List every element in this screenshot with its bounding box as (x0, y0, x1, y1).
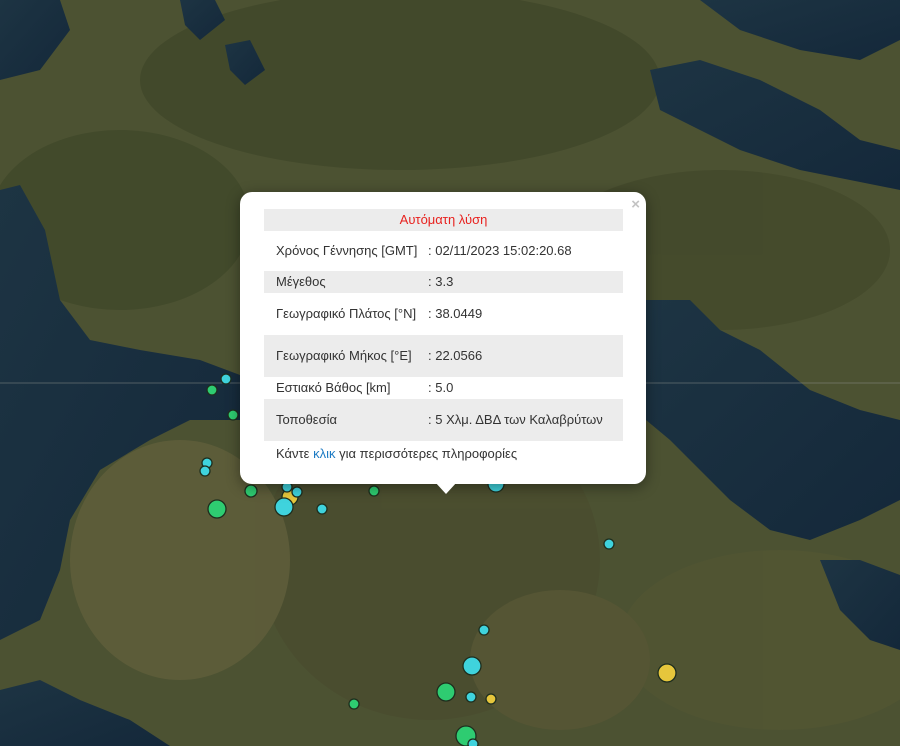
table-row: Χρόνος Γέννησης [GMT] : 02/11/2023 15:02… (264, 231, 623, 271)
latitude-value: : 38.0449 (428, 306, 483, 321)
popup-header-row: Αυτόματη λύση (264, 209, 623, 231)
depth-value: : 5.0 (428, 380, 454, 395)
earthquake-details-table: Αυτόματη λύση Χρόνος Γέννησης [GMT] : 02… (264, 209, 623, 441)
earthquake-marker[interactable] (199, 465, 211, 477)
more-info-suffix: για περισσότερες πληροφορίες (339, 446, 518, 461)
earthquake-marker[interactable] (368, 485, 380, 497)
earthquake-marker[interactable] (467, 738, 479, 746)
earthquake-popup: × Αυτόματη λύση Χρόνος Γέννησης [GMT] : … (240, 192, 646, 484)
longitude-value: : 22.0566 (428, 348, 483, 363)
popup-tip (435, 482, 457, 494)
earthquake-marker[interactable] (206, 384, 218, 396)
earthquake-marker[interactable] (485, 693, 497, 705)
location-value: : 5 Χλμ. ΔΒΔ των Καλαβρύτων (428, 412, 603, 427)
solution-type-label: Αυτόματη λύση (399, 212, 488, 227)
location-label: Τοποθεσία (276, 412, 338, 427)
table-row: Μέγεθος : 3.3 (264, 271, 623, 293)
longitude-label: Γεωγραφικό Μήκος [°E] (276, 348, 412, 363)
earthquake-marker[interactable] (462, 656, 482, 676)
magnitude-label: Μέγεθος (276, 274, 326, 289)
close-icon[interactable]: × (631, 196, 640, 214)
magnitude-value: : 3.3 (428, 274, 454, 289)
earthquake-marker[interactable] (465, 691, 477, 703)
earthquake-marker[interactable] (657, 663, 677, 683)
more-info-link[interactable]: κλικ (313, 446, 335, 461)
earthquake-marker[interactable] (478, 624, 490, 636)
table-row: Τοποθεσία : 5 Χλμ. ΔΒΔ των Καλαβρύτων (264, 399, 623, 441)
table-row: Γεωγραφικό Μήκος [°E] : 22.0566 (264, 335, 623, 377)
earthquake-marker[interactable] (348, 698, 360, 710)
earthquake-marker[interactable] (244, 484, 258, 498)
origin-time-value: : 02/11/2023 15:02:20.68 (428, 243, 572, 258)
earthquake-marker[interactable] (316, 503, 328, 515)
earthquake-marker[interactable] (220, 373, 232, 385)
earthquake-marker[interactable] (291, 486, 303, 498)
earthquake-marker[interactable] (603, 538, 615, 550)
earthquake-marker[interactable] (436, 682, 456, 702)
more-info-prefix: Κάντε (276, 446, 310, 461)
table-row: Γεωγραφικό Πλάτος [°N] : 38.0449 (264, 293, 623, 335)
earthquake-marker[interactable] (227, 409, 239, 421)
origin-time-label: Χρόνος Γέννησης [GMT] (276, 243, 418, 258)
table-row: Εστιακό Βάθος [km] : 5.0 (264, 377, 623, 399)
earthquake-marker[interactable] (207, 499, 227, 519)
earthquake-marker[interactable] (274, 497, 294, 517)
latitude-label: Γεωγραφικό Πλάτος [°N] (276, 306, 417, 321)
more-info-line: Κάντε κλικ για περισσότερες πληροφορίες (276, 446, 517, 461)
depth-label: Εστιακό Βάθος [km] (276, 380, 391, 395)
